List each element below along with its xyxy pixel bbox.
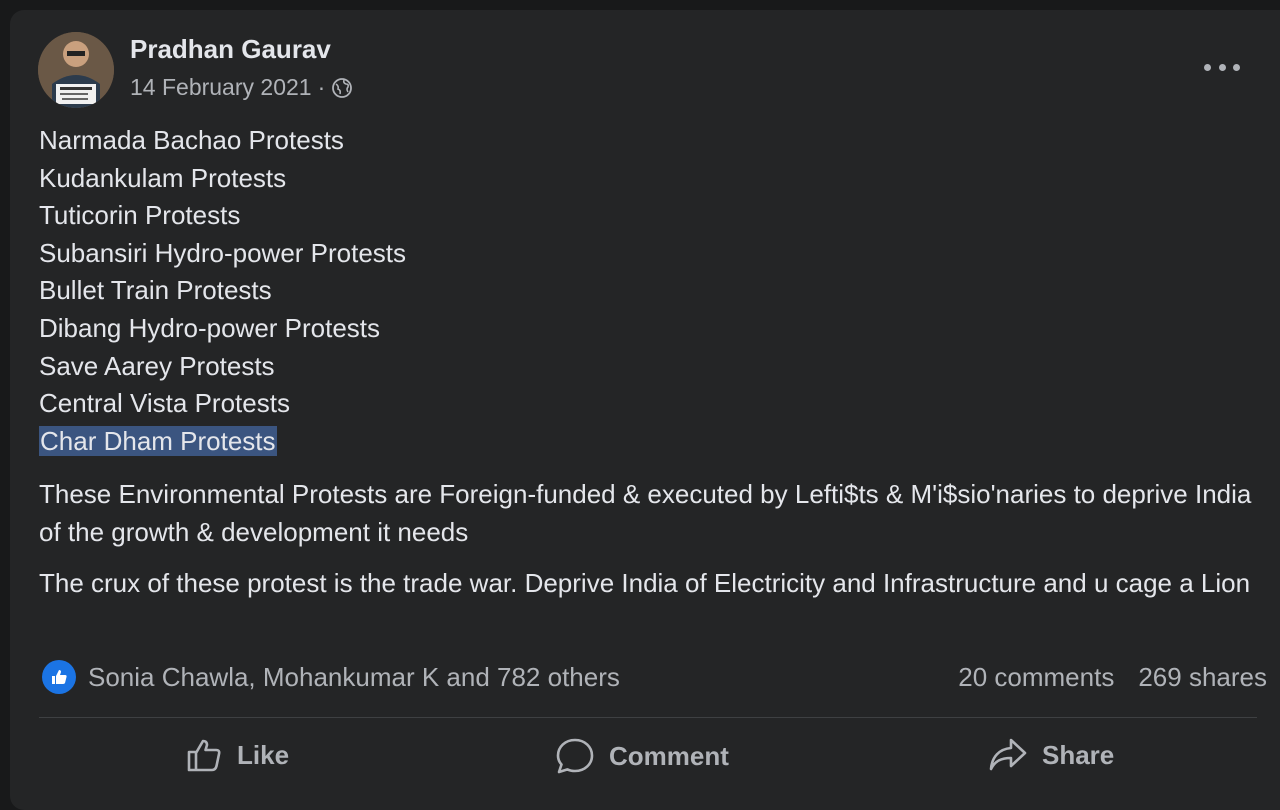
globe-icon[interactable] <box>331 77 353 99</box>
post-list: Narmada Bachao Protests Kudankulam Prote… <box>39 122 1269 460</box>
author-name[interactable]: Pradhan Gaurav <box>130 34 331 65</box>
more-dot-icon <box>1204 63 1211 71</box>
list-item-selected: Char Dham Protests <box>39 423 1269 461</box>
post-meta: 14 February 2021 · <box>130 74 353 101</box>
selected-text: Char Dham Protests <box>39 425 277 456</box>
comment-button[interactable]: Comment <box>555 736 729 776</box>
comment-bubble-icon <box>556 738 594 774</box>
divider <box>39 717 1257 718</box>
comment-label: Comment <box>609 740 729 771</box>
comments-count[interactable]: 20 comments <box>958 662 1114 693</box>
post-paragraph: The crux of these protest is the trade w… <box>39 568 1251 598</box>
more-dot-icon <box>1218 63 1226 71</box>
list-item: Kudankulam Protests <box>39 162 287 193</box>
share-arrow-icon <box>989 738 1027 771</box>
share-label: Share <box>1042 739 1115 770</box>
share-button[interactable]: Share <box>988 736 1114 774</box>
shares-count[interactable]: 269 shares <box>1138 662 1267 693</box>
reactions-text: Sonia Chawla, Mohankumar K and 782 other… <box>88 661 620 692</box>
list-item: Narmada Bachao Protests <box>39 125 344 155</box>
more-options-button[interactable] <box>1204 60 1240 74</box>
post-date[interactable]: 14 February 2021 <box>130 74 312 101</box>
thumbs-up-icon <box>187 739 221 772</box>
avatar-image <box>38 32 114 108</box>
more-dot-icon <box>1233 63 1240 71</box>
post-paragraph: These Environmental Protests are Foreign… <box>39 479 1252 547</box>
list-item: Subansiri Hydro-power Protests <box>39 237 407 268</box>
post-card: Pradhan Gaurav 14 February 2021 · Narmad… <box>10 10 1280 810</box>
list-item: Central Vista Protests <box>39 388 290 419</box>
like-label: Like <box>237 739 290 770</box>
reactions-summary[interactable]: Sonia Chawla, Mohankumar K and 782 other… <box>42 660 620 694</box>
list-item: Save Aarey Protests <box>39 350 275 381</box>
list-item: Dibang Hydro-power Protests <box>39 312 381 343</box>
list-item: Bullet Train Protests <box>39 275 272 306</box>
list-item: Tuticorin Protests <box>39 200 241 231</box>
engagement-counts: 20 comments 269 shares <box>958 662 1267 693</box>
like-reaction-icon <box>42 660 76 694</box>
avatar[interactable] <box>38 32 114 108</box>
meta-separator: · <box>317 74 326 100</box>
like-button[interactable]: Like <box>185 736 289 774</box>
